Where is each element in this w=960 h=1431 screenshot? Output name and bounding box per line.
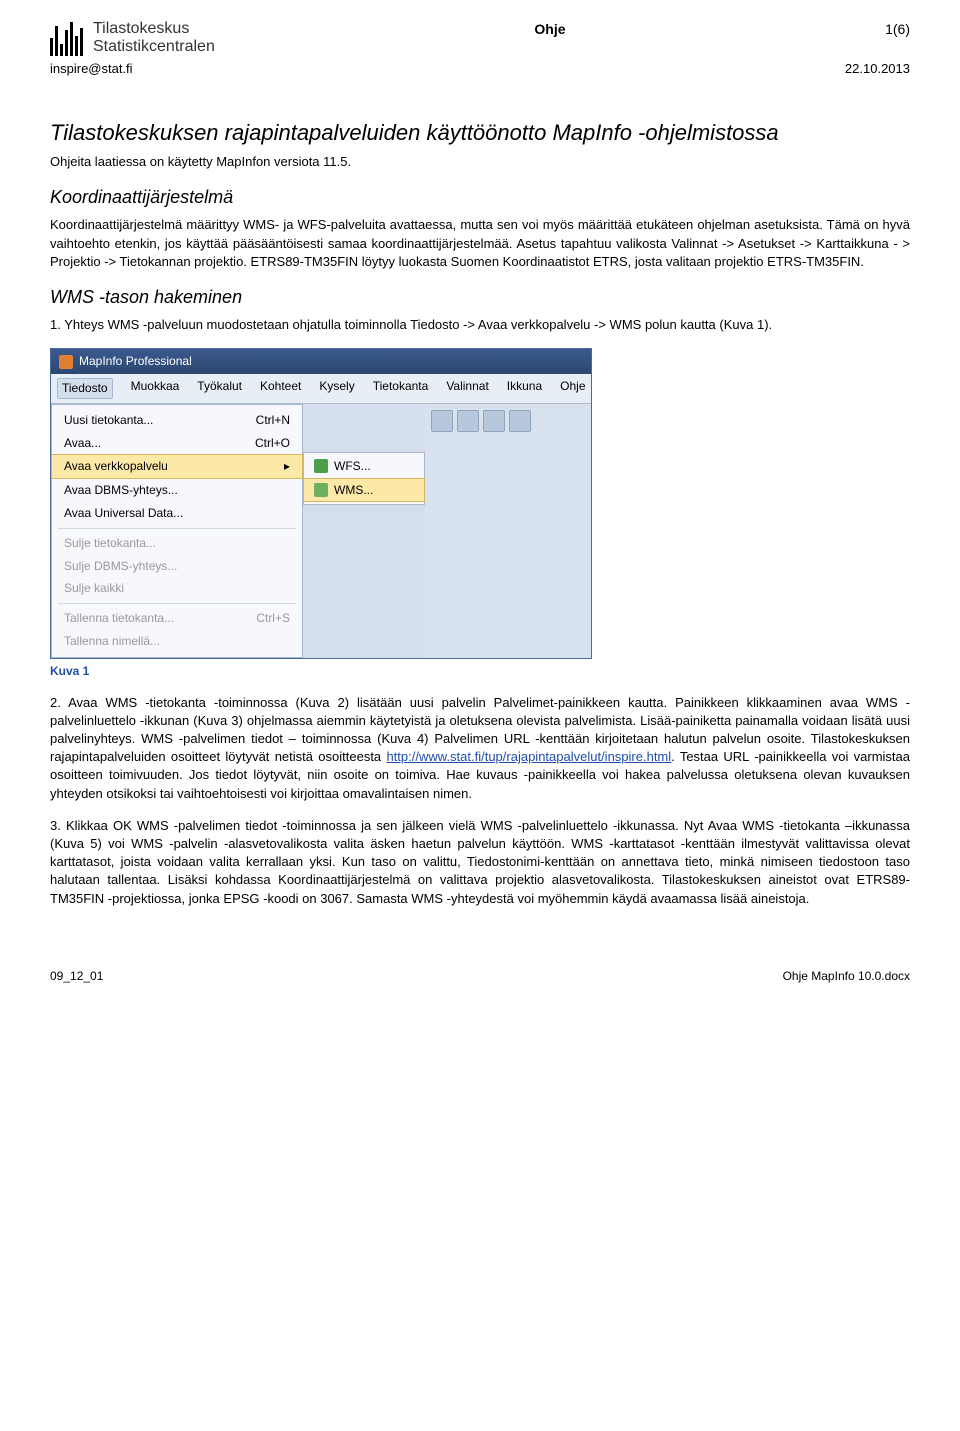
menu-item-uusi[interactable]: Uusi tietokanta...Ctrl+N: [52, 409, 302, 432]
step-1: 1. Yhteys WMS -palveluun muodostetaan oh…: [50, 316, 910, 334]
menu-item-avaa-universal[interactable]: Avaa Universal Data...: [52, 502, 302, 525]
menu-item-sulje-tietokanta: Sulje tietokanta...: [52, 532, 302, 555]
step-2: 2. Avaa WMS -tietokanta -toiminnossa (Ku…: [50, 694, 910, 803]
submenu-item-wfs[interactable]: WFS...: [304, 455, 424, 478]
toolbar-icon[interactable]: [509, 410, 531, 432]
footer-right: Ohje MapInfo 10.0.docx: [783, 968, 910, 985]
logo-text-2: Statistikcentralen: [93, 38, 215, 56]
menu-item-sulje-kaikki: Sulje kaikki: [52, 577, 302, 600]
menu-valinnat[interactable]: Valinnat: [446, 378, 488, 399]
menu-item-avaa[interactable]: Avaa...Ctrl+O: [52, 432, 302, 455]
screenshot-kuva-1: MapInfo Professional Tiedosto Muokkaa Ty…: [50, 348, 592, 659]
logo: Tilastokeskus Statistikcentralen: [50, 20, 215, 56]
submenu-item-wms[interactable]: WMS...: [303, 478, 425, 503]
page-number: 1(6): [885, 20, 910, 40]
window-title: MapInfo Professional: [79, 353, 192, 370]
menu-kysely[interactable]: Kysely: [319, 378, 354, 399]
dropdown-tiedosto: Uusi tietokanta...Ctrl+N Avaa...Ctrl+O A…: [51, 404, 303, 658]
menu-kohteet[interactable]: Kohteet: [260, 378, 301, 399]
menubar: Tiedosto Muokkaa Työkalut Kohteet Kysely…: [51, 374, 591, 404]
window-titlebar: MapInfo Professional: [51, 349, 591, 374]
menu-item-sulje-dbms: Sulje DBMS-yhteys...: [52, 555, 302, 578]
menu-tyokalut[interactable]: Työkalut: [197, 378, 242, 399]
menu-ikkuna[interactable]: Ikkuna: [507, 378, 542, 399]
submenu-verkkopalvelu: WFS... WMS...: [303, 452, 425, 506]
doc-type: Ohje: [534, 20, 565, 40]
logo-icon: [50, 20, 83, 56]
wms-icon: [314, 483, 328, 497]
app-icon: [59, 355, 73, 369]
doc-subtitle: Ohjeita laatiessa on käytetty MapInfon v…: [50, 153, 910, 171]
menu-tietokanta[interactable]: Tietokanta: [373, 378, 429, 399]
logo-text-1: Tilastokeskus: [93, 20, 215, 38]
figure-caption-1: Kuva 1: [50, 663, 910, 680]
toolbar-area: [425, 404, 591, 658]
toolbar-icon[interactable]: [457, 410, 479, 432]
menu-tiedosto[interactable]: Tiedosto: [57, 378, 113, 399]
toolbar-icon[interactable]: [483, 410, 505, 432]
section-body-coord: Koordinaattijärjestelmä määrittyy WMS- j…: [50, 216, 910, 271]
footer-left: 09_12_01: [50, 968, 103, 985]
menu-muokkaa[interactable]: Muokkaa: [131, 378, 180, 399]
step-3: 3. Klikkaa OK WMS -palvelimen tiedot -to…: [50, 817, 910, 908]
globe-icon: [314, 459, 328, 473]
section-heading-wms: WMS -tason hakeminen: [50, 285, 910, 310]
inspire-link[interactable]: http://www.stat.fi/tup/rajapintapalvelut…: [386, 749, 671, 764]
contact-email: inspire@stat.fi: [50, 60, 133, 78]
doc-title: Tilastokeskuksen rajapintapalveluiden kä…: [50, 118, 910, 149]
menu-ohje[interactable]: Ohje: [560, 378, 585, 399]
toolbar-icon[interactable]: [431, 410, 453, 432]
section-heading-coord: Koordinaattijärjestelmä: [50, 185, 910, 210]
menu-item-tallenna-nimella: Tallenna nimellä...: [52, 630, 302, 653]
menu-item-tallenna: Tallenna tietokanta...Ctrl+S: [52, 607, 302, 630]
menu-item-avaa-verkkopalvelu[interactable]: Avaa verkkopalvelu▸: [51, 454, 303, 479]
menu-item-avaa-dbms[interactable]: Avaa DBMS-yhteys...: [52, 479, 302, 502]
doc-date: 22.10.2013: [845, 60, 910, 78]
